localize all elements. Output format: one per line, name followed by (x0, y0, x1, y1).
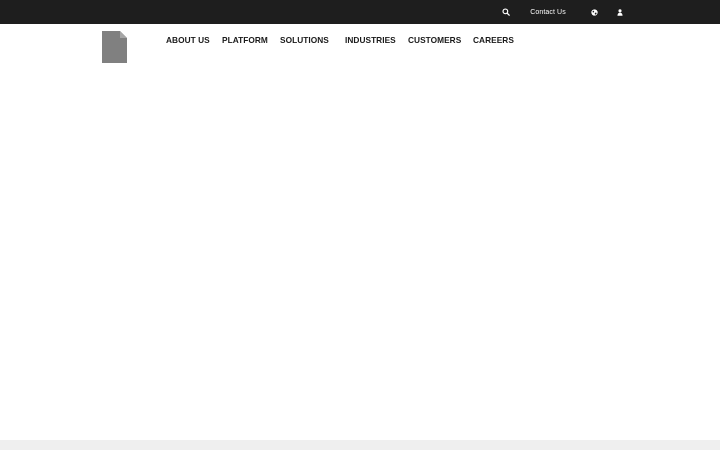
search-button[interactable] (499, 0, 513, 24)
account-button[interactable] (614, 0, 626, 24)
nav-platform[interactable]: PLATFORM (222, 34, 268, 46)
main-content (0, 66, 720, 440)
globe-icon (590, 8, 598, 16)
nav-industries[interactable]: INDUSTRIES (345, 34, 396, 46)
nav-careers[interactable]: CAREERS (473, 34, 514, 46)
nav-customers[interactable]: CUSTOMERS (408, 34, 461, 46)
contact-us-link[interactable]: Contact Us (523, 0, 573, 24)
user-icon (617, 8, 623, 16)
nav-solutions[interactable]: SOLUTIONS (280, 34, 329, 46)
document-icon (102, 31, 127, 63)
site-logo[interactable] (102, 31, 127, 63)
language-button[interactable] (588, 0, 600, 24)
footer-strip (0, 440, 720, 450)
nav-about-us[interactable]: ABOUT US (166, 34, 210, 46)
search-icon (502, 8, 510, 16)
top-utility-bar: Contact Us (0, 0, 720, 24)
